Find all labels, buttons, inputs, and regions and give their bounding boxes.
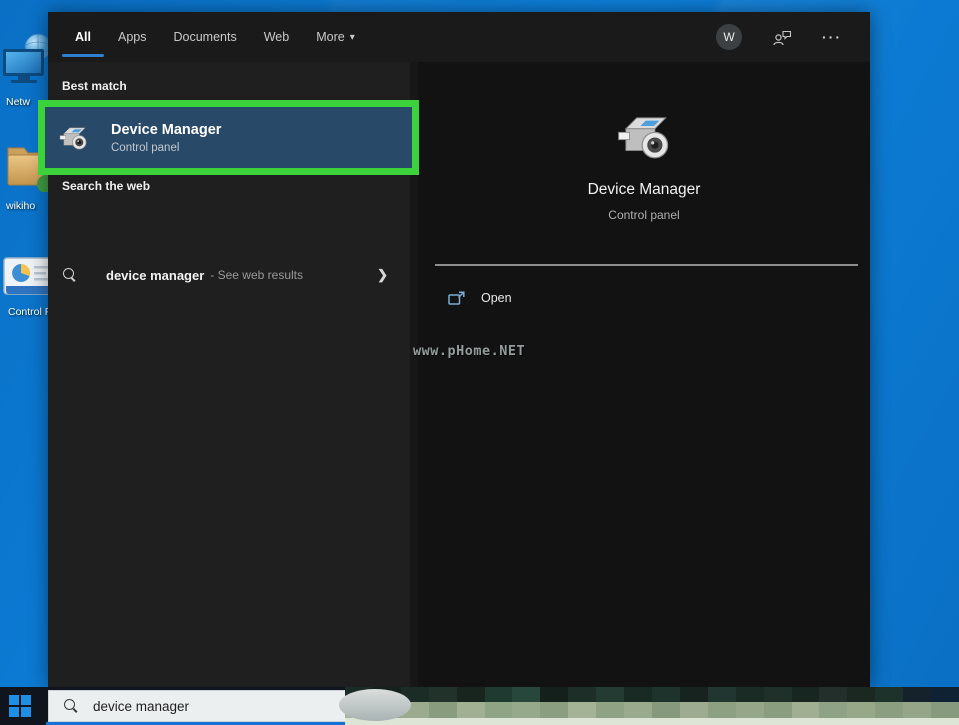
account-avatar[interactable]: W xyxy=(716,24,742,50)
network-icon xyxy=(0,32,48,88)
preview-card: Device Manager Control panel xyxy=(418,62,870,222)
tab-web[interactable]: Web xyxy=(264,12,289,62)
search-filter-header: All Apps Documents Web More▾ W ··· xyxy=(48,12,870,62)
preview-title: Device Manager xyxy=(418,181,870,199)
desktop-icon-label: Control P xyxy=(2,306,50,318)
result-title: Device Manager xyxy=(111,122,221,139)
tab-documents[interactable]: Documents xyxy=(173,12,236,62)
desktop-screen: Netw wikiho Control P All Apps Docu xyxy=(0,0,959,725)
header-right-icons: W ··· xyxy=(716,12,842,62)
tab-more[interactable]: More▾ xyxy=(316,12,355,62)
web-search-suggestion-row[interactable]: device manager - See web results ❯ xyxy=(48,255,410,295)
control-panel-icon xyxy=(2,256,50,298)
preview-divider xyxy=(435,264,858,266)
open-icon xyxy=(448,291,465,306)
tab-all[interactable]: All xyxy=(75,12,91,62)
censored-mosaic xyxy=(345,687,959,725)
search-icon xyxy=(64,699,79,714)
device-manager-icon-small xyxy=(58,124,89,151)
chevron-right-icon: ❯ xyxy=(377,267,388,283)
taskbar-search-box[interactable]: device manager xyxy=(48,690,350,722)
result-subtitle: Control panel xyxy=(111,142,221,154)
preview-column: Device Manager Control panel Open xyxy=(418,62,870,687)
search-filter-tabs: All Apps Documents Web More▾ xyxy=(75,12,355,62)
best-match-label: Best match xyxy=(62,79,127,93)
open-label: Open xyxy=(481,291,512,305)
desktop-icon-control-panel[interactable]: Control P xyxy=(2,256,50,318)
more-options-icon[interactable]: ··· xyxy=(822,29,842,45)
web-suffix-text: - See web results xyxy=(210,268,303,282)
blurred-blob xyxy=(339,689,411,721)
start-button[interactable] xyxy=(9,695,31,717)
preview-subtitle: Control panel xyxy=(418,208,870,222)
feedback-icon[interactable] xyxy=(772,29,792,46)
best-match-result-highlighted[interactable]: Device Manager Control panel xyxy=(38,100,419,175)
desktop-icon-label: wikiho xyxy=(0,200,48,212)
chevron-down-icon: ▾ xyxy=(350,32,355,43)
tab-apps[interactable]: Apps xyxy=(118,12,147,62)
desktop-icon-network[interactable]: Netw xyxy=(0,32,48,108)
watermark-text: www.pHome.NET xyxy=(413,343,525,359)
open-action-row[interactable]: Open xyxy=(418,281,870,315)
search-icon xyxy=(63,268,78,283)
windows-logo-icon xyxy=(9,695,19,705)
device-manager-icon-large xyxy=(615,110,673,162)
search-the-web-label: Search the web xyxy=(62,179,150,193)
web-query-text: device manager xyxy=(106,268,204,283)
taskbar: device manager xyxy=(0,687,959,725)
taskbar-search-value: device manager xyxy=(93,699,189,714)
